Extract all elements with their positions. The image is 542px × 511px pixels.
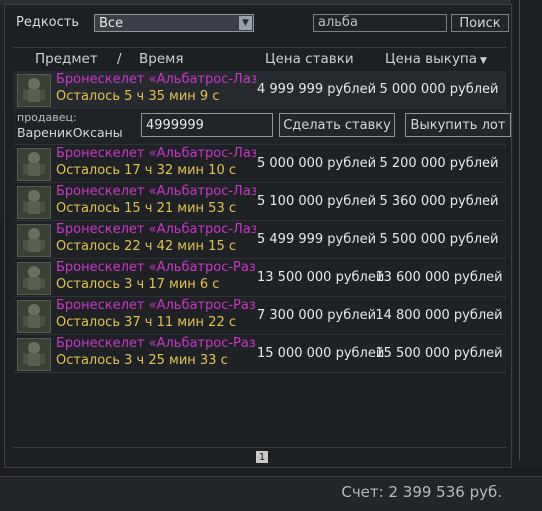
column-item[interactable]: Предмет [35, 51, 98, 67]
buyout-price: 5 200 000 рублей [379, 156, 499, 171]
armor-icon [17, 186, 51, 219]
bid-price: 4 999 999 рублей [257, 82, 377, 97]
column-separator: / [117, 51, 122, 67]
bid-price: 15 000 000 рублей [257, 346, 385, 361]
time-left: Осталось 17 ч 32 мин 10 с [56, 163, 236, 178]
time-left: Осталось 22 ч 42 мин 15 с [56, 239, 236, 254]
item-name[interactable]: Бронескелет «Альбатрос-Лазут... [56, 184, 256, 199]
buyout-button[interactable]: Выкупить лот [405, 113, 511, 137]
time-left: Осталось 37 ч 11 мин 22 с [56, 315, 236, 330]
bid-price: 13 500 000 рублей [257, 270, 385, 285]
column-time[interactable]: Время [139, 51, 183, 67]
footer: Счет: 2 399 536 руб. [0, 476, 542, 511]
item-name[interactable]: Бронескелет «Альбатрос-Разве... [56, 260, 256, 275]
buyout-price: 5 000 000 рублей [379, 82, 499, 97]
right-rail [509, 0, 542, 468]
buyout-price: 5 500 000 рублей [379, 232, 499, 247]
auction-window: Редкость Все ▼ альба Поиск Предмет / Вре… [0, 0, 542, 511]
make-bid-button[interactable]: Сделать ставку [279, 113, 395, 137]
rarity-label: Редкость [16, 15, 80, 30]
armor-icon [17, 300, 51, 333]
item-name[interactable]: Бронескелет «Альбатрос-Лазут... [56, 72, 256, 87]
account-balance: Счет: 2 399 536 руб. [341, 483, 502, 501]
lot-row[interactable]: Бронескелет «Альбатрос-Разве... Осталось … [13, 335, 507, 373]
list-divider [13, 447, 507, 448]
lot-row[interactable]: Бронескелет «Альбатрос-Лазут... Осталось … [13, 221, 507, 259]
scrollbar-track[interactable] [511, 0, 520, 460]
armor-icon [17, 224, 51, 257]
bid-price: 5 000 000 рублей [257, 156, 377, 171]
filter-bar: Редкость Все ▼ альба Поиск [13, 13, 509, 33]
item-name[interactable]: Бронескелет «Альбатрос-Разве... [56, 336, 256, 351]
lot-row[interactable]: Бронескелет «Альбатрос-Разве... Осталось … [13, 297, 507, 335]
rarity-select-value: Все [99, 15, 124, 31]
seller-label: продавец: [17, 111, 77, 124]
column-bid-price[interactable]: Цена ставки [265, 51, 354, 67]
armor-icon [17, 148, 51, 181]
lot-row[interactable]: Бронескелет «Альбатрос-Лазут... Осталось … [13, 145, 507, 183]
auction-panel: Редкость Все ▼ альба Поиск Предмет / Вре… [4, 4, 512, 468]
bid-price: 5 499 999 рублей [257, 232, 377, 247]
buyout-price: 5 360 000 рублей [379, 194, 499, 209]
lots-table: Бронескелет «Альбатрос-Лазут... Осталось … [13, 71, 511, 373]
bid-price: 5 100 000 рублей [257, 194, 377, 209]
item-name[interactable]: Бронескелет «Альбатрос-Разве... [56, 298, 256, 313]
table-header: Предмет / Время Цена ставки Цена выкупа ▼ [13, 47, 507, 67]
armor-icon [17, 74, 51, 107]
item-name[interactable]: Бронескелет «Альбатрос-Лазут... [56, 222, 256, 237]
armor-icon [17, 338, 51, 371]
chevron-down-icon[interactable]: ▼ [239, 16, 252, 30]
rarity-select[interactable]: Все ▼ [94, 14, 254, 32]
search-input[interactable]: альба [313, 14, 447, 32]
search-button[interactable]: Поиск [451, 14, 509, 32]
armor-icon [17, 262, 51, 295]
lot-row[interactable]: Бронескелет «Альбатрос-Лазут... Осталось … [13, 71, 507, 109]
time-left: Осталось 15 ч 21 мин 53 с [56, 201, 236, 216]
buyout-price: 15 500 000 рублей [375, 346, 503, 361]
column-buyout-price[interactable]: Цена выкупа ▼ [385, 51, 487, 67]
time-left: Осталось 3 ч 25 мин 33 с [56, 353, 228, 368]
buyout-price: 13 600 000 рублей [375, 270, 503, 285]
column-buyout-label: Цена выкупа [385, 51, 478, 67]
page-number-button[interactable]: 1 [256, 451, 268, 463]
lot-row[interactable]: Бронескелет «Альбатрос-Разве... Осталось … [13, 259, 507, 297]
bid-amount-input[interactable]: 4999999 [141, 113, 273, 137]
lot-detail-panel: продавец: ВареникОксаны 4999999 Сделать ста… [13, 109, 511, 145]
time-left: Осталось 3 ч 17 мин 6 с [56, 277, 220, 292]
buyout-price: 14 800 000 рублей [375, 308, 503, 323]
time-left: Осталось 5 ч 35 мин 9 с [56, 89, 220, 104]
bid-price: 7 300 000 рублей [257, 308, 377, 323]
seller-name: ВареникОксаны [17, 125, 123, 140]
sort-desc-icon: ▼ [480, 56, 487, 66]
item-name[interactable]: Бронескелет «Альбатрос-Лазут... [56, 146, 256, 161]
lot-row[interactable]: Бронескелет «Альбатрос-Лазут... Осталось … [13, 183, 507, 221]
